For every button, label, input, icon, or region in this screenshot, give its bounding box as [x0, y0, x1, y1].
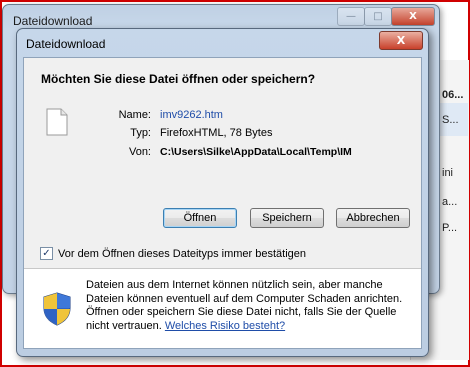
background-row: 06... — [442, 89, 464, 101]
security-info-panel: Dateien aus dem Internet können nützlich… — [24, 270, 421, 348]
background-window-caption-buttons: — □ X — [337, 7, 435, 26]
always-confirm-checkbox[interactable]: ✓ — [40, 247, 53, 260]
minimize-button[interactable]: — — [337, 7, 365, 26]
name-label: Name: — [118, 109, 151, 121]
background-close-button[interactable]: X — [391, 7, 435, 26]
source-value: C:\Users\Silke\AppData\Local\Temp\IM — [160, 146, 352, 158]
maximize-icon: □ — [373, 11, 383, 22]
type-label: Typ: — [130, 127, 151, 139]
checkmark-icon: ✓ — [42, 248, 51, 259]
name-value: imv9262.htm — [160, 109, 223, 121]
security-info-text: Dateien aus dem Internet können nützlich… — [86, 279, 406, 333]
always-confirm-label[interactable]: Vor dem Öffnen dieses Dateityps immer be… — [58, 248, 306, 260]
type-value: FirefoxHTML, 78 Bytes — [160, 127, 273, 139]
source-label: Von: — [128, 146, 151, 158]
dialog-close-button[interactable]: X — [379, 31, 423, 50]
close-icon: X — [396, 34, 406, 47]
background-row: S... — [442, 114, 459, 126]
security-shield-icon — [43, 292, 71, 326]
minimize-icon: — — [346, 11, 356, 22]
background-row: ini — [442, 167, 454, 179]
cancel-button[interactable]: Abbrechen — [336, 208, 410, 228]
background-row: P... — [442, 222, 458, 234]
close-icon: X — [409, 11, 417, 22]
background-window-title: Dateidownload — [13, 14, 93, 28]
maximize-button[interactable]: □ — [364, 7, 392, 26]
background-row: a... — [442, 196, 458, 208]
open-button[interactable]: Öffnen — [163, 208, 237, 228]
always-confirm-row: ✓ Vor dem Öffnen dieses Dateityps immer … — [40, 247, 306, 260]
dialog-content: Möchten Sie diese Datei öffnen oder spei… — [23, 57, 422, 349]
risk-info-link[interactable]: Welches Risiko besteht? — [165, 320, 285, 332]
dialog-question: Möchten Sie diese Datei öffnen oder spei… — [41, 72, 316, 86]
dialog-title: Dateidownload — [26, 37, 106, 51]
file-download-dialog: Dateidownload X Möchten Sie diese Datei … — [16, 28, 429, 357]
save-button[interactable]: Speichern — [250, 208, 324, 228]
